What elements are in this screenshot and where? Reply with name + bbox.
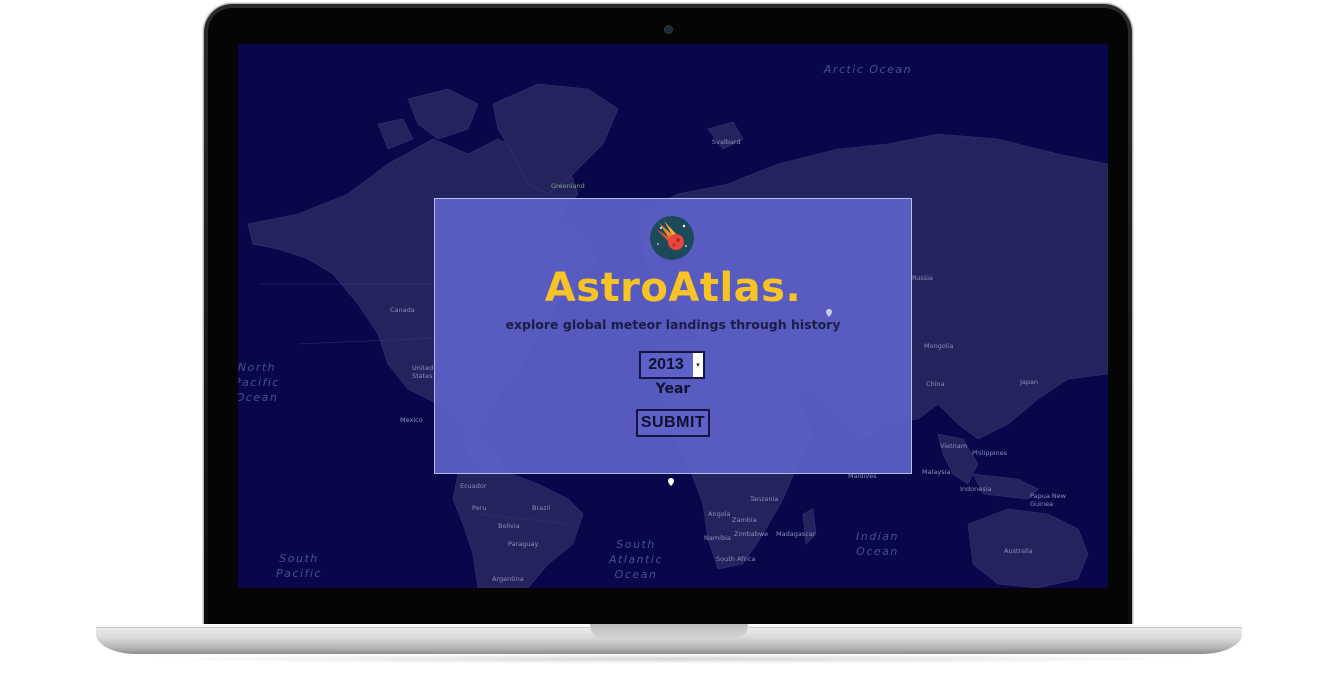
place-label-zambia: Zambia [732,516,757,524]
place-label-ecuador: Ecuador [460,482,487,490]
map-pin-icon[interactable] [826,309,832,317]
screen: Arctic Ocean North Pacific Ocean South P… [238,44,1108,588]
ocean-label-south-pacific: South Pacific Ocean [276,552,322,580]
place-label-philippines: Philippines [972,449,1008,457]
place-label-brazil: Brazil [532,504,551,512]
place-label-tanzania: Tanzania [750,495,779,503]
map-pin-icon[interactable] [668,478,674,486]
camera-icon [665,26,672,33]
place-label-mongolia: Mongolia [924,342,954,350]
place-label-australia: Australia [1004,547,1033,555]
laptop-mockup: Arctic Ocean North Pacific Ocean South P… [0,0,1342,676]
place-label-argentina: Argentina [492,575,524,583]
place-label-south-africa: South Africa [716,555,756,563]
madagascar-landmass [802,508,817,545]
place-label-vietnam: Vietnam [940,442,968,450]
laptop-shadow [140,654,1200,664]
ocean-label-indian: Indian Ocean [856,530,899,558]
place-label-madagascar: Madagascar [776,530,816,538]
place-label-russia: Russia [912,274,933,282]
ocean-label-north-pacific: North Pacific Ocean [238,361,280,404]
place-label-namibia: Namibia [704,534,731,542]
meteor-icon [650,216,694,260]
ocean-label-south-atlantic: South Atlantic Ocean [608,538,664,581]
ocean-label-arctic: Arctic Ocean [823,63,913,76]
year-select[interactable]: 2013 ▾ [639,351,705,379]
place-label-papua-new-guinea: Papua New Guinea [1030,492,1067,508]
place-label-mexico: Mexico [400,416,423,424]
place-label-united-states: United States [412,364,434,380]
place-label-bolivia: Bolivia [498,522,520,530]
place-label-paraguay: Paraguay [508,540,539,548]
laptop-notch [590,624,748,639]
place-label-china: China [926,380,945,388]
place-label-peru: Peru [472,504,487,512]
submit-button[interactable]: SUBMIT [636,409,710,437]
chevron-down-icon[interactable]: ▾ [693,353,703,377]
place-label-greenland: Greenland [551,182,585,190]
year-label: Year [655,381,691,397]
place-label-japan: Japan [1020,378,1039,386]
place-label-zimbabwe: Zimbabwe [734,530,769,538]
place-label-malaysia: Malaysia [922,468,951,476]
year-select-value: 2013 [648,356,684,373]
place-label-svalbard: Svalbard [712,138,741,146]
app-title: AstroAtlas. [544,265,802,311]
place-label-angola: Angola [708,510,731,518]
place-label-canada: Canada [390,306,415,314]
search-card: AstroAtlas. explore global meteor landin… [434,198,912,474]
place-label-indonesia: Indonesia [960,485,992,493]
app-tagline: explore global meteor landings through h… [505,317,841,332]
